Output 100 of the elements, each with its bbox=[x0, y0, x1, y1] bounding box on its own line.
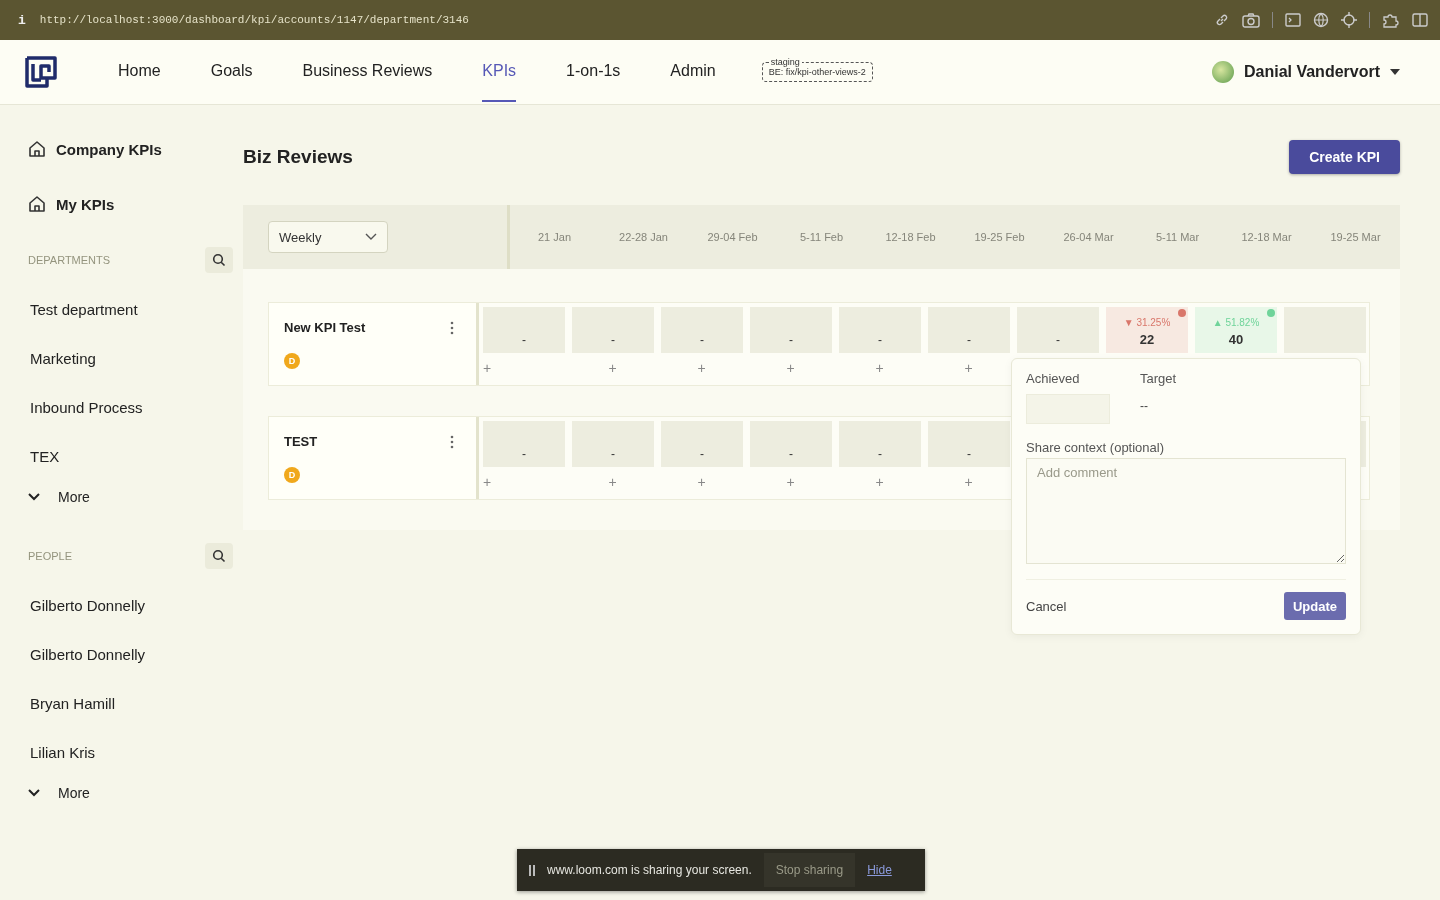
kpi-value: - bbox=[522, 333, 526, 347]
value-cell[interactable]: - bbox=[839, 307, 921, 353]
add-button[interactable]: + bbox=[960, 360, 977, 376]
change-percent: ▲ 51.82% bbox=[1212, 317, 1260, 328]
add-button[interactable]: + bbox=[782, 360, 799, 376]
period-label: 29-04 Feb bbox=[706, 231, 759, 243]
target-value: -- bbox=[1140, 398, 1149, 415]
add-button[interactable]: + bbox=[871, 474, 888, 490]
add-button[interactable]: + bbox=[960, 474, 977, 490]
value-cell[interactable]: - bbox=[750, 421, 832, 467]
sidebar-link[interactable]: My KPIs bbox=[28, 192, 223, 216]
chevron-down-icon[interactable] bbox=[365, 233, 377, 241]
value-cell[interactable]: - bbox=[661, 307, 743, 353]
globe-icon[interactable] bbox=[1313, 12, 1329, 28]
add-button[interactable]: + bbox=[693, 474, 710, 490]
period-label: 5-11 Feb bbox=[798, 231, 845, 243]
address-url[interactable]: http://localhost:3000/dashboard/kpi/accounts/1147/department/3146 bbox=[39, 14, 469, 26]
period-label: 12-18 Feb bbox=[884, 231, 937, 243]
camera-icon[interactable] bbox=[1242, 12, 1260, 28]
value-cell[interactable]: - bbox=[572, 421, 654, 467]
nav-tab[interactable]: KPIs bbox=[482, 42, 517, 102]
crosshair-icon[interactable] bbox=[1341, 12, 1357, 28]
add-button[interactable]: + bbox=[693, 360, 710, 376]
link-icon[interactable] bbox=[1214, 12, 1230, 28]
value-cell[interactable]: - bbox=[928, 421, 1010, 467]
period-label: 5-11 Mar bbox=[1154, 231, 1201, 243]
add-button[interactable]: + bbox=[604, 360, 621, 376]
owner-badge: D bbox=[284, 467, 300, 483]
search-icon[interactable] bbox=[212, 549, 226, 563]
stop-sharing-button[interactable]: Stop sharing bbox=[763, 853, 856, 887]
chevron-down-icon[interactable] bbox=[28, 493, 40, 501]
value-cell[interactable]: - bbox=[750, 307, 832, 353]
sidebar-item[interactable]: Test department bbox=[30, 301, 223, 321]
branch-label: BE: fix/kpi-other-views-2 bbox=[768, 67, 866, 77]
page-title: Biz Reviews bbox=[243, 146, 353, 168]
period-select[interactable]: Weekly bbox=[268, 221, 388, 253]
kpi-value: - bbox=[611, 333, 615, 347]
kpi-value: - bbox=[700, 333, 704, 347]
nav-tab[interactable]: Home bbox=[118, 42, 161, 102]
sidebar-icon[interactable] bbox=[1412, 12, 1428, 28]
sidebar-link[interactable]: Company KPIs bbox=[28, 137, 223, 161]
nav-tab[interactable]: Goals bbox=[210, 42, 253, 102]
share-message: www.loom.com is sharing your screen. bbox=[547, 863, 752, 877]
sidebar-item[interactable]: Marketing bbox=[30, 350, 223, 370]
comment-field[interactable]: Add comment bbox=[1026, 458, 1346, 564]
more-toggle[interactable]: More bbox=[28, 785, 223, 801]
section-heading: DEPARTMENTS bbox=[28, 254, 111, 266]
info-icon[interactable]: i bbox=[18, 12, 26, 28]
value-cell[interactable]: - bbox=[928, 307, 1010, 353]
add-button[interactable]: + bbox=[782, 474, 799, 490]
change-percent: ▼ 31.25% bbox=[1123, 317, 1171, 328]
value-cell[interactable]: - bbox=[572, 307, 654, 353]
sidebar-item[interactable]: Lilian Kris bbox=[30, 744, 223, 764]
nav-tab[interactable]: 1-on-1s bbox=[566, 42, 621, 102]
period-label: 19-25 Mar bbox=[1329, 231, 1382, 243]
period-label: 12-18 Mar bbox=[1240, 231, 1293, 243]
create-kpi-button[interactable]: Create KPI bbox=[1289, 140, 1400, 174]
value-cell[interactable]: - bbox=[483, 307, 565, 353]
value-cell[interactable]: - bbox=[483, 421, 565, 467]
value-cell[interactable]: - bbox=[1017, 307, 1099, 353]
achieved-label: Achieved bbox=[1026, 371, 1081, 386]
home-icon bbox=[28, 140, 46, 158]
sidebar-item[interactable]: Inbound Process bbox=[30, 399, 223, 419]
caret-icon[interactable] bbox=[1390, 69, 1400, 75]
add-button[interactable]: + bbox=[604, 474, 621, 490]
nav-tab[interactable]: Admin bbox=[670, 42, 716, 102]
value-cell[interactable]: - bbox=[839, 421, 921, 467]
achieved-input[interactable] bbox=[1026, 394, 1110, 424]
more-options-icon[interactable] bbox=[450, 434, 454, 449]
context-label: Share context (optional) bbox=[1026, 440, 1166, 455]
add-button[interactable]: + bbox=[871, 360, 888, 376]
more-toggle[interactable]: More bbox=[28, 489, 223, 505]
kpi-value: - bbox=[789, 447, 793, 461]
nav-tab[interactable]: Business Reviews bbox=[302, 42, 433, 102]
search-button[interactable] bbox=[205, 543, 233, 569]
sidebar-item[interactable]: TEX bbox=[30, 448, 223, 468]
section-heading: PEOPLE bbox=[28, 550, 73, 562]
search-icon[interactable] bbox=[212, 253, 226, 267]
cancel-button[interactable]: Cancel bbox=[1026, 598, 1067, 614]
kpi-value: - bbox=[611, 447, 615, 461]
chevron-down-icon[interactable] bbox=[28, 789, 40, 797]
value-cell[interactable]: - bbox=[661, 421, 743, 467]
more-options-icon[interactable] bbox=[450, 320, 454, 335]
kpi-value: 40 bbox=[1228, 332, 1244, 347]
target-label: Target bbox=[1140, 371, 1178, 386]
search-button[interactable] bbox=[205, 247, 233, 273]
sidebar-item[interactable]: Gilberto Donnelly bbox=[30, 597, 223, 617]
value-cell[interactable]: ▼ 31.25% 22 bbox=[1106, 307, 1188, 353]
user-name[interactable]: Danial Vandervort bbox=[1243, 63, 1380, 81]
extension-icon[interactable] bbox=[1382, 12, 1400, 28]
terminal-icon[interactable] bbox=[1285, 13, 1301, 27]
period-label: 19-25 Feb bbox=[973, 231, 1026, 243]
period-label: 22-28 Jan bbox=[618, 231, 669, 243]
value-cell[interactable]: ▲ 51.82% 40 bbox=[1195, 307, 1277, 353]
sidebar-item[interactable]: Gilberto Donnelly bbox=[30, 646, 223, 666]
sidebar-item[interactable]: Bryan Hamill bbox=[30, 695, 223, 715]
update-button[interactable]: Update bbox=[1284, 592, 1346, 620]
hide-link[interactable]: Hide bbox=[867, 863, 892, 877]
kpi-value: - bbox=[1056, 333, 1060, 347]
logo-icon[interactable] bbox=[24, 55, 58, 89]
